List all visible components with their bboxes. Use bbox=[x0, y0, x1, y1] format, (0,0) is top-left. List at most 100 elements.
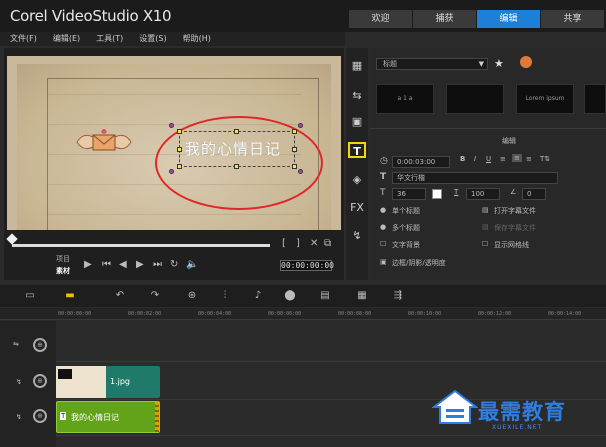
tab-capture[interactable]: 捕获 bbox=[413, 10, 476, 28]
duration-field[interactable]: 0:00:03:00 bbox=[392, 156, 450, 168]
fx-icon[interactable]: FX bbox=[348, 200, 366, 216]
line-spacing-field[interactable]: 100 bbox=[466, 188, 500, 200]
title-thumbnail[interactable] bbox=[446, 84, 504, 114]
title-thumbnail[interactable]: a 1 a bbox=[376, 84, 434, 114]
menu-settings[interactable]: 设置(S) bbox=[139, 32, 166, 46]
path-icon[interactable]: ↯ bbox=[348, 228, 366, 244]
mark-in-icon[interactable]: [ bbox=[282, 238, 286, 249]
next-frame-icon[interactable]: ▶ bbox=[136, 259, 144, 270]
font-color-swatch[interactable] bbox=[432, 189, 442, 199]
playhead-icon[interactable] bbox=[6, 233, 18, 245]
tab-edit[interactable]: 编辑 bbox=[477, 10, 540, 28]
video-clip[interactable]: 1.jpg bbox=[56, 366, 160, 398]
open-subtitle-label[interactable]: 打开字幕文件 bbox=[494, 206, 536, 216]
save-subtitle-icon[interactable]: ▤ bbox=[482, 223, 489, 231]
text-background-checkbox[interactable]: ☐ bbox=[380, 240, 386, 248]
timeline-ruler[interactable]: 00:00:00:00 00:00:02:00 00:00:04:00 00:0… bbox=[0, 308, 606, 320]
align-center-icon[interactable]: ≡ bbox=[512, 154, 522, 162]
volume-icon[interactable]: 🔈 bbox=[186, 259, 198, 270]
title-icon[interactable]: T bbox=[348, 142, 366, 158]
save-subtitle-label[interactable]: 保存字幕文件 bbox=[494, 223, 536, 233]
resize-handle[interactable] bbox=[292, 147, 297, 152]
bold-icon[interactable]: B bbox=[460, 155, 465, 163]
title-clip[interactable]: T 我的心情日记 bbox=[56, 401, 160, 433]
resize-handle[interactable] bbox=[234, 129, 239, 134]
speed-icon[interactable]: ⇶ bbox=[388, 289, 408, 303]
tab-welcome[interactable]: 欢迎 bbox=[349, 10, 412, 28]
resize-handle[interactable] bbox=[177, 147, 182, 152]
clip-trim-handle[interactable] bbox=[155, 402, 159, 432]
align-left-icon[interactable]: ≡ bbox=[500, 155, 506, 163]
resize-handle[interactable] bbox=[177, 129, 182, 134]
font-size-field[interactable]: 36 bbox=[392, 188, 426, 200]
category-dropdown-value: 标题 bbox=[383, 60, 397, 68]
play-icon[interactable]: ▶ bbox=[84, 259, 92, 270]
auto-music-icon[interactable]: ♪ bbox=[248, 289, 268, 303]
storyboard-view-icon[interactable]: ▭ bbox=[20, 289, 40, 303]
copy-icon[interactable]: ⧉ bbox=[324, 238, 331, 249]
track-reel-icon[interactable]: ⊕ bbox=[33, 374, 47, 388]
radio-single-title[interactable]: ● bbox=[380, 206, 386, 214]
track-visibility-icon[interactable]: ↯ bbox=[16, 378, 22, 386]
radio-multi-title[interactable]: ● bbox=[380, 223, 386, 231]
favorite-star-icon[interactable]: ★ bbox=[494, 57, 504, 70]
align-right-icon[interactable]: ≡ bbox=[526, 155, 532, 163]
resize-handle[interactable] bbox=[177, 164, 182, 169]
timeline-view-icon[interactable]: ▬ bbox=[60, 289, 80, 303]
underline-icon[interactable]: U bbox=[486, 155, 491, 163]
menu-file[interactable]: 文件(F) bbox=[10, 32, 37, 46]
timecode-display[interactable]: 00:00:00:00 bbox=[280, 260, 334, 271]
previous-frame-icon[interactable]: ◀ bbox=[119, 259, 127, 270]
subtitle-editor-icon[interactable]: ▤ bbox=[315, 289, 335, 303]
menu-help[interactable]: 帮助(H) bbox=[183, 32, 211, 46]
rotate-handle[interactable] bbox=[169, 123, 174, 128]
resize-handle[interactable] bbox=[234, 164, 239, 169]
redo-icon[interactable]: ↷ bbox=[145, 289, 165, 303]
rotate-handle[interactable] bbox=[298, 169, 303, 174]
undo-icon[interactable]: ↶ bbox=[110, 289, 130, 303]
open-subtitle-icon[interactable]: ▤ bbox=[482, 206, 489, 214]
title-thumbnail[interactable] bbox=[584, 84, 606, 114]
recording-icon[interactable]: ⊛ bbox=[182, 289, 202, 303]
instant-project-icon[interactable]: ◈ bbox=[348, 172, 366, 188]
category-dropdown[interactable]: 标题 ▼ bbox=[376, 58, 488, 70]
angle-field[interactable]: 0 bbox=[522, 188, 546, 200]
track-visibility-icon[interactable]: ↯ bbox=[16, 413, 22, 421]
mark-out-icon[interactable]: ] bbox=[296, 238, 300, 249]
resize-handle[interactable] bbox=[292, 164, 297, 169]
motion-tracking-icon[interactable]: ⬤ bbox=[280, 289, 300, 303]
scrub-bar[interactable] bbox=[12, 244, 270, 247]
media-icon[interactable]: ▦ bbox=[348, 58, 366, 74]
rotate-handle[interactable] bbox=[298, 123, 303, 128]
menu-tools[interactable]: 工具(T) bbox=[96, 32, 123, 46]
tab-share[interactable]: 共享 bbox=[541, 10, 604, 28]
border-shadow-icon[interactable]: ▣ bbox=[380, 258, 387, 266]
home-icon[interactable]: ⏮ bbox=[102, 259, 111, 270]
track-reel-icon[interactable]: ⊕ bbox=[33, 338, 47, 352]
end-icon[interactable]: ⏭ bbox=[153, 259, 162, 270]
title-thumbnail[interactable]: Lorem ipsum bbox=[516, 84, 574, 114]
track-reel-icon[interactable]: ⊕ bbox=[33, 409, 47, 423]
graphic-icon[interactable]: ▣ bbox=[348, 114, 366, 130]
cut-icon[interactable]: ✕ bbox=[310, 238, 318, 249]
resize-handle[interactable] bbox=[292, 129, 297, 134]
all-tracks-icon[interactable]: ⇋ bbox=[13, 340, 19, 348]
ruler-tick: 00:00:10:00 bbox=[408, 311, 442, 317]
rotate-handle[interactable] bbox=[169, 169, 174, 174]
text-direction-icon[interactable]: T⇅ bbox=[540, 155, 550, 163]
show-grid-checkbox[interactable]: ☐ bbox=[482, 240, 488, 248]
library-globe-icon[interactable] bbox=[520, 56, 532, 68]
menu-edit[interactable]: 编辑(E) bbox=[53, 32, 80, 46]
sound-mixer-icon[interactable]: ⫶ bbox=[215, 289, 235, 303]
border-shadow-label[interactable]: 边框/阴影/透明度 bbox=[392, 258, 446, 268]
angle-icon: ∠ bbox=[510, 188, 517, 196]
overlay-title-text[interactable]: 我的心情日记 bbox=[185, 138, 281, 159]
font-size-icon: T bbox=[380, 188, 386, 198]
transition-icon[interactable]: ⇆ bbox=[348, 88, 366, 104]
font-dropdown[interactable]: 华文行楷 bbox=[392, 172, 558, 184]
mode-project[interactable]: 项目 bbox=[56, 254, 70, 264]
repeat-icon[interactable]: ↻ bbox=[170, 259, 178, 270]
multi-camera-icon[interactable]: ▦ bbox=[352, 289, 372, 303]
italic-icon[interactable]: I bbox=[474, 155, 476, 163]
mode-clip[interactable]: 素材 bbox=[56, 266, 70, 276]
